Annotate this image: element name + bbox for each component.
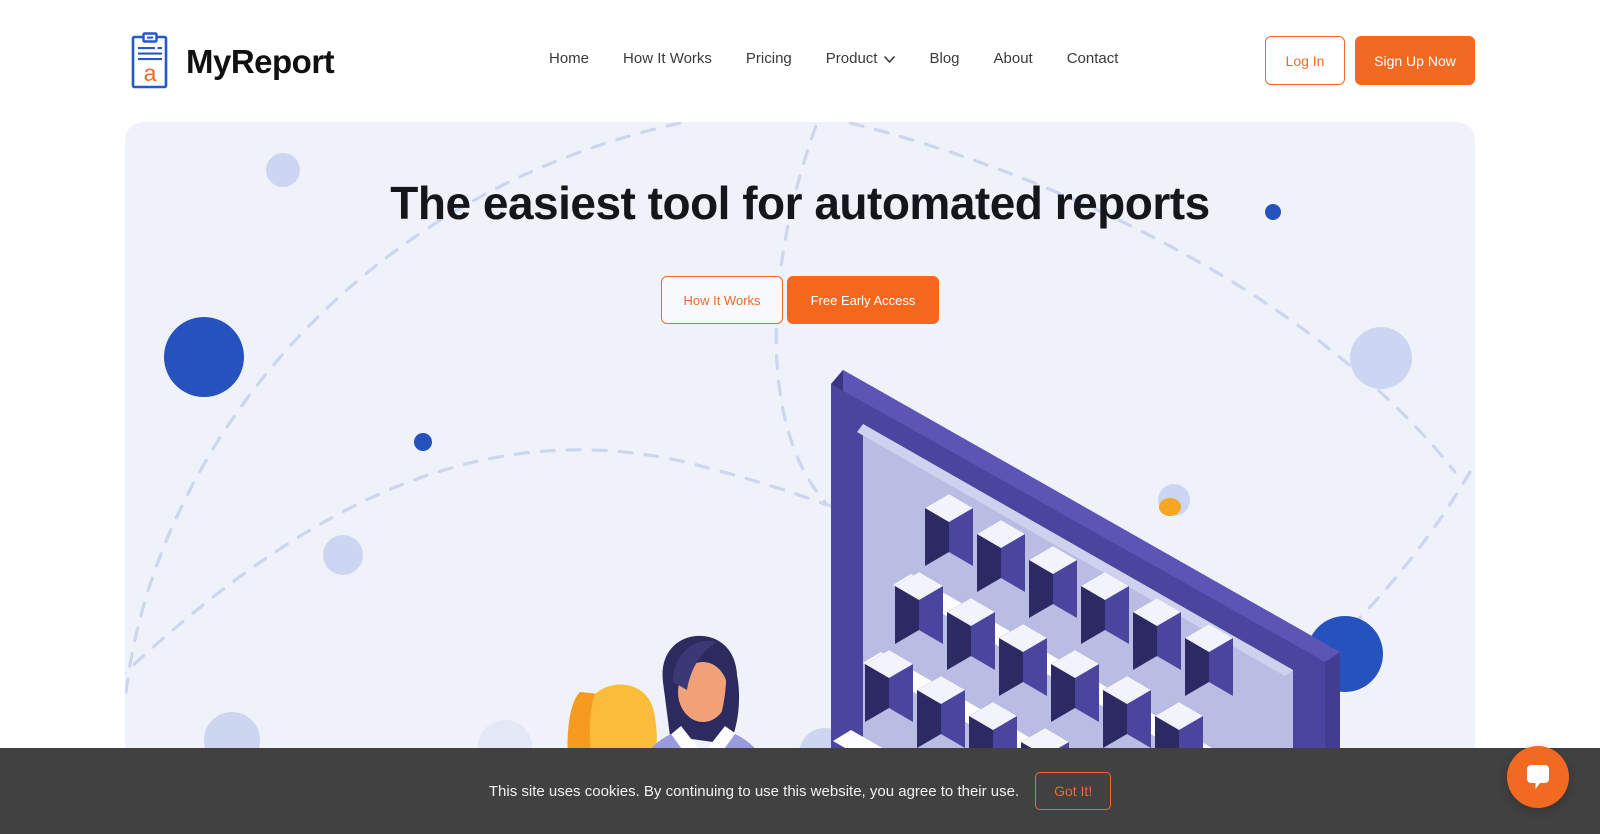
decor-circle-blue-large (164, 317, 244, 397)
cookie-message: This site uses cookies. By continuing to… (488, 782, 1020, 800)
nav-label: About (993, 50, 1033, 67)
page-title: The easiest tool for automated reports (390, 177, 1210, 229)
decor-circle-mid (323, 535, 363, 575)
nav-item-home[interactable]: Home (532, 48, 606, 70)
login-button[interactable]: Log In (1265, 36, 1345, 85)
clipboard-icon: a (131, 32, 168, 89)
free-early-access-button[interactable]: Free Early Access (787, 276, 939, 324)
nav-label: Home (549, 50, 590, 67)
nav-item-pricing[interactable]: Pricing (729, 48, 809, 70)
brand-name: MyReport (186, 42, 335, 80)
decor-circle-right (1350, 327, 1412, 389)
nav-label: Blog (929, 50, 960, 67)
nav-label: Contact (1066, 50, 1119, 67)
nav-item-how-it-works[interactable]: How It Works (606, 48, 729, 70)
how-it-works-button[interactable]: How It Works (661, 276, 783, 324)
nav-label: Product (825, 50, 878, 67)
nav-item-contact[interactable]: Contact (1050, 48, 1136, 70)
signup-button[interactable]: Sign Up Now (1355, 36, 1475, 85)
svg-text:a: a (144, 60, 157, 86)
brand-logo[interactable]: a MyReport (130, 32, 335, 90)
chat-widget-button[interactable] (1507, 746, 1569, 808)
main-navigation: Home How It Works Pricing Product Blog A… (532, 48, 1135, 70)
cookie-banner: This site uses cookies. By continuing to… (0, 748, 1600, 834)
hero-section: The easiest tool for automated reports H… (125, 122, 1475, 834)
nav-item-product[interactable]: Product (809, 48, 913, 70)
landing-page: a MyReport Home How It Works Pricing Pro… (0, 0, 1600, 834)
header-actions: Log In Sign Up Now (1265, 36, 1475, 85)
site-header: a MyReport Home How It Works Pricing Pro… (0, 0, 1600, 122)
nav-item-about[interactable]: About (977, 48, 1050, 70)
chat-bubble-icon (1527, 765, 1549, 789)
decor-dot-blue (414, 433, 432, 451)
nav-label: Pricing (745, 50, 792, 67)
monitor-power-led (1159, 498, 1181, 516)
cookie-accept-button[interactable]: Got It! (1035, 772, 1112, 810)
nav-label: How It Works (623, 50, 712, 67)
nav-item-blog[interactable]: Blog (912, 48, 976, 70)
chevron-down-icon (884, 55, 896, 63)
hero-cta-group: How It Works Free Early Access (125, 276, 1475, 324)
